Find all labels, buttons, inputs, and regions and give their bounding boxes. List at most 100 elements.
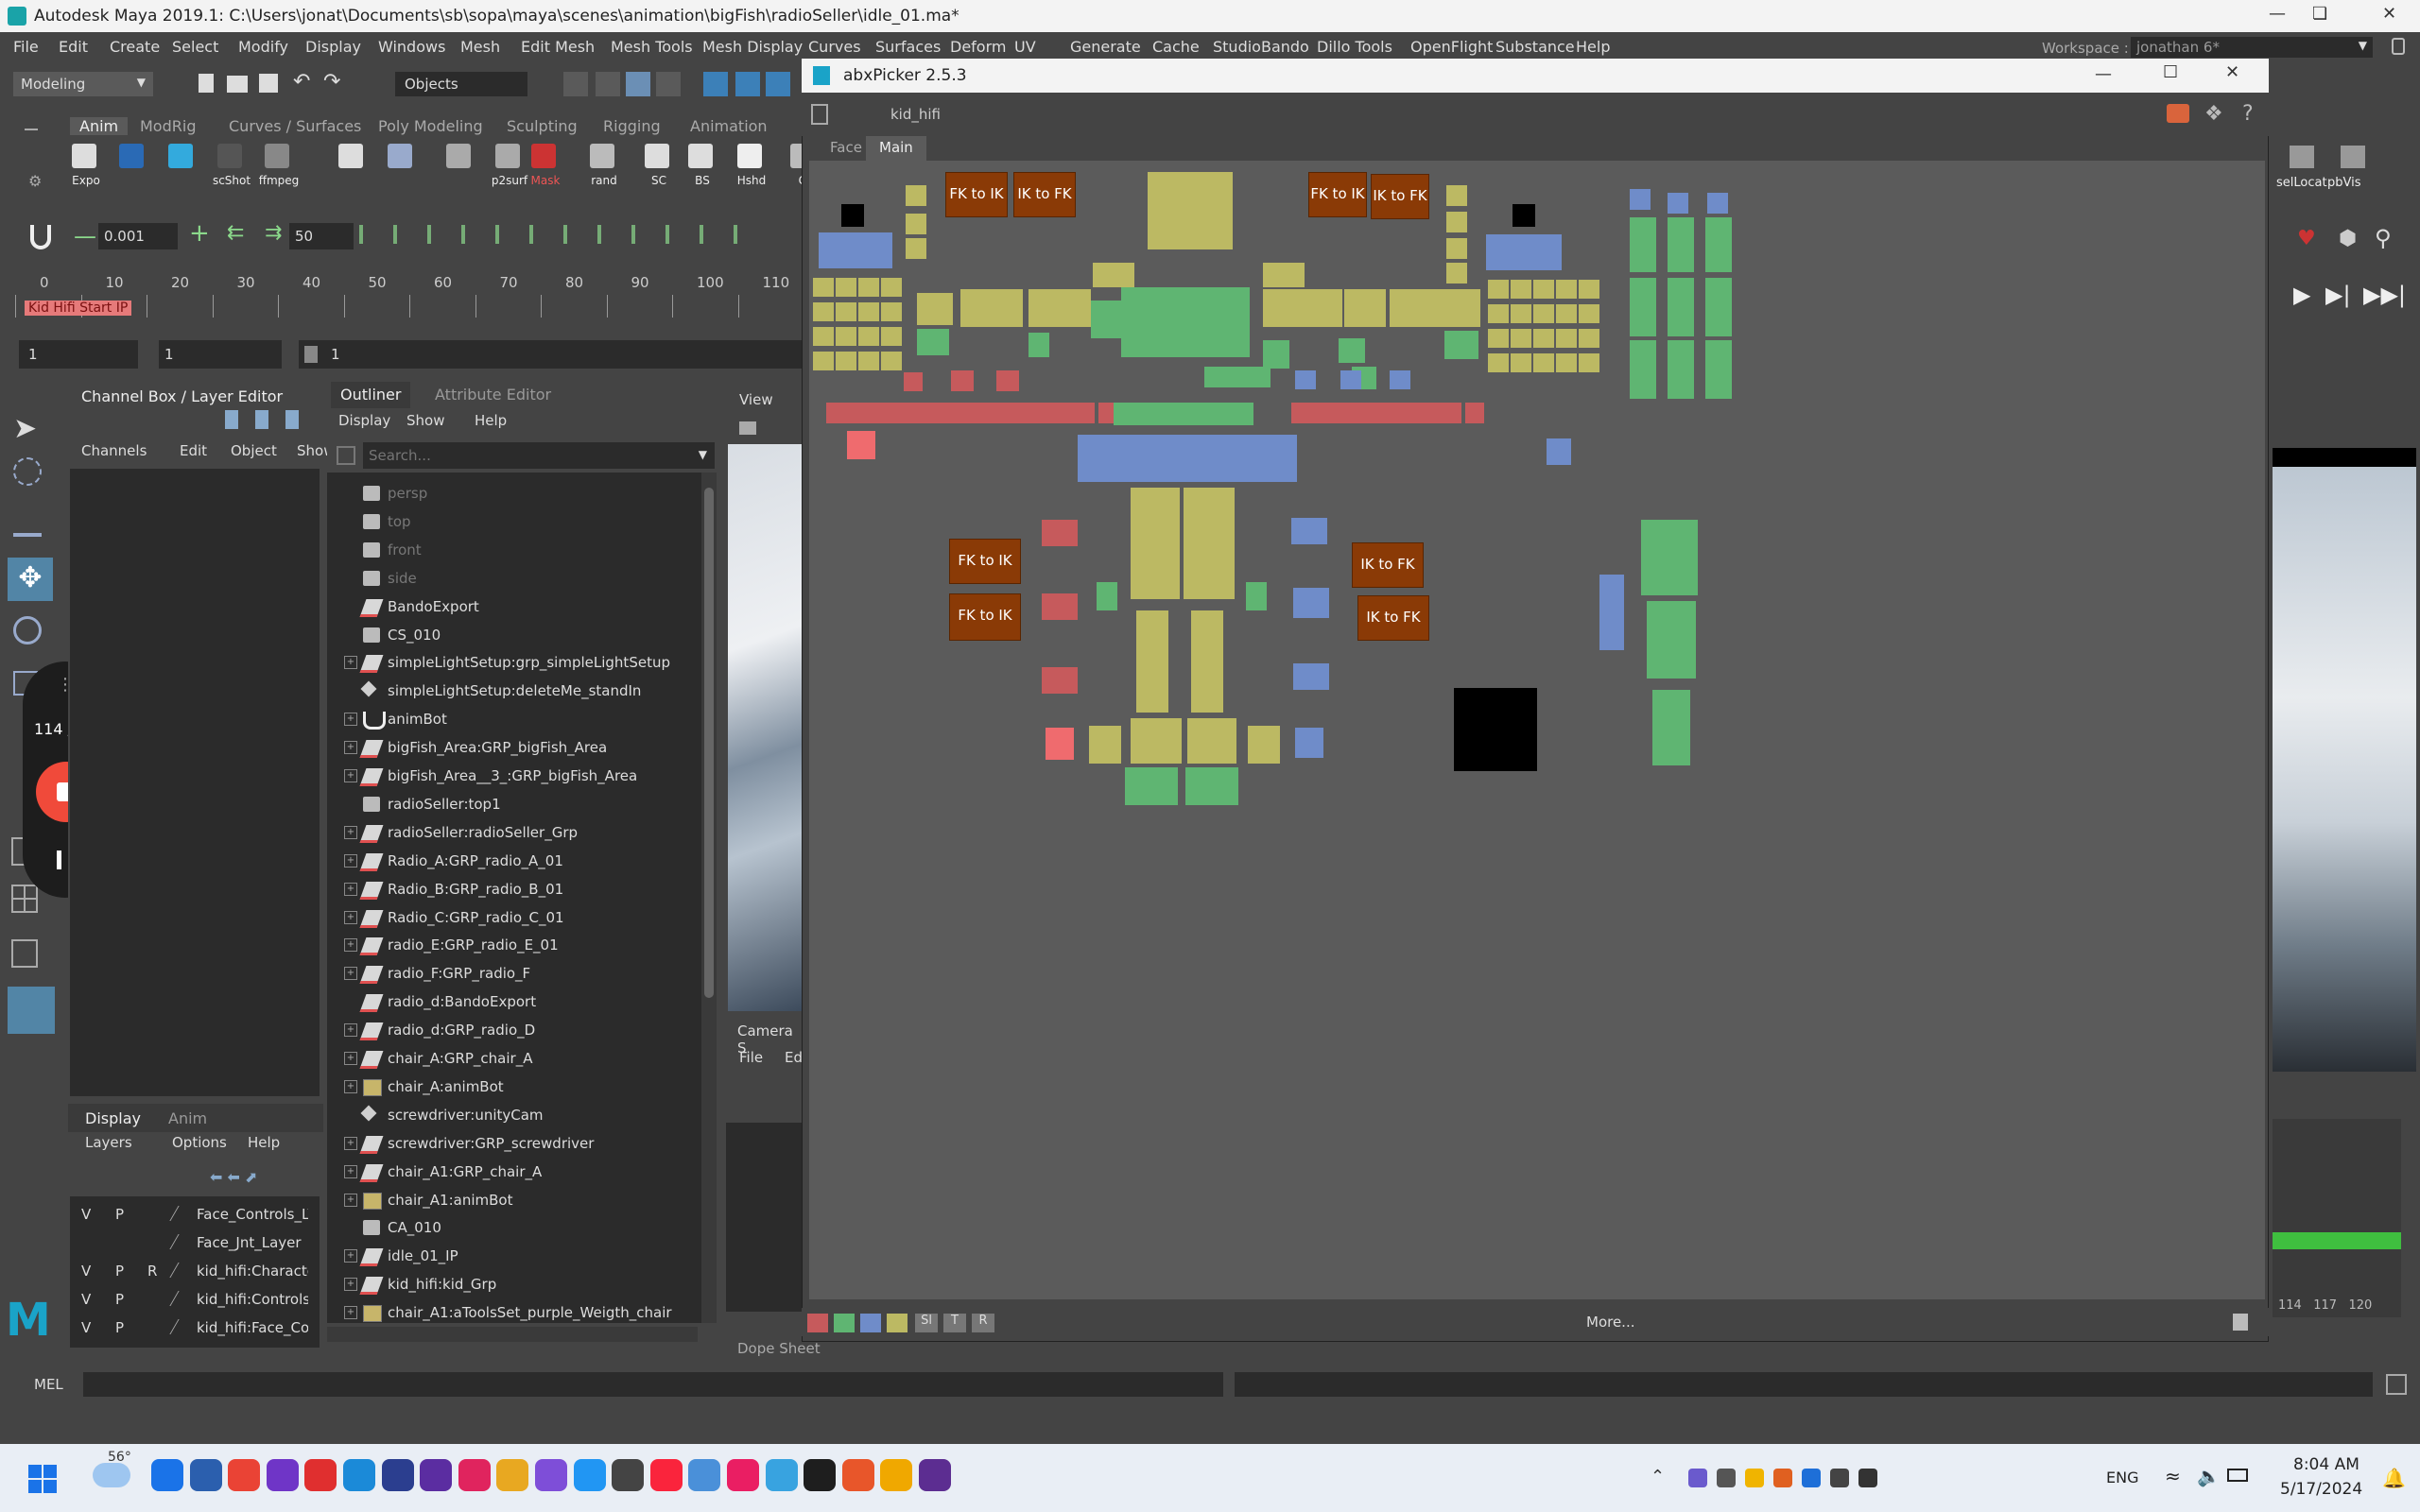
menu-help[interactable]: Help [1576, 38, 1610, 56]
picker-control[interactable] [1184, 488, 1235, 599]
outliner-filter-icon[interactable] [337, 446, 355, 465]
picker-control[interactable] [1295, 728, 1323, 758]
menu-dillo-tools[interactable]: Dillo Tools [1317, 38, 1392, 56]
workspace-select[interactable]: jonathan 6* ▼ [2131, 37, 2373, 58]
picker-control[interactable] [1293, 588, 1329, 618]
tray-app-icon[interactable] [1858, 1469, 1877, 1487]
layout-side-icon[interactable] [11, 939, 38, 968]
picker-control[interactable] [858, 278, 879, 297]
picker-control[interactable] [1291, 518, 1327, 544]
end-icon[interactable]: ▶▶| [2363, 282, 2406, 308]
shelf-menu-icon[interactable] [25, 129, 38, 130]
range-bar[interactable]: 1 [299, 340, 802, 369]
picker-control[interactable] [1131, 718, 1182, 764]
snap-view-icon[interactable] [656, 72, 681, 96]
shelf-icon-9[interactable]: Mask [524, 142, 562, 195]
picker-control[interactable] [1533, 353, 1554, 372]
outliner-hscrollbar[interactable] [327, 1327, 698, 1342]
expand-icon[interactable]: + [344, 1136, 357, 1150]
open-scene-icon[interactable] [227, 76, 248, 93]
fk-ik-switch-button[interactable]: FK to IK [1308, 172, 1367, 217]
shelf-icon-8[interactable]: p2surf [488, 142, 527, 195]
outliner-item[interactable]: + chair_A1:GRP_chair_A [327, 1159, 686, 1187]
taskbar-app-icon[interactable] [573, 1459, 606, 1491]
picker-control[interactable] [1511, 304, 1531, 323]
picker-minimize-icon[interactable]: — [2095, 64, 2112, 84]
wifi-icon[interactable]: ≈ [2165, 1465, 2181, 1487]
step-forward-icon[interactable]: ▶| [2325, 282, 2351, 308]
picker-control[interactable] [1579, 304, 1599, 323]
taskbar-app-icon[interactable] [649, 1459, 683, 1491]
layout-four-icon[interactable] [11, 885, 38, 913]
outliner-item[interactable]: + Radio_A:GRP_radio_A_01 [327, 848, 686, 876]
picker-control[interactable] [1295, 370, 1316, 389]
picker-control[interactable] [1668, 340, 1694, 399]
shelf-icon-13[interactable]: Hshd [730, 142, 768, 195]
fk-ik-switch-button[interactable]: IK to FK [1357, 595, 1429, 641]
layer-reference-toggle[interactable]: R [147, 1263, 157, 1280]
picker-control[interactable] [1705, 340, 1732, 399]
menu-mesh-tools[interactable]: Mesh Tools [611, 38, 693, 56]
taskbar-app-icon[interactable] [841, 1459, 874, 1491]
shelf-icon-5[interactable] [331, 142, 369, 195]
picker-control[interactable] [906, 238, 926, 259]
expand-icon[interactable]: + [344, 1278, 357, 1292]
shelf-tab-4[interactable]: Sculpting [507, 117, 578, 135]
picker-control[interactable] [917, 329, 949, 355]
picker-control[interactable] [1511, 353, 1531, 372]
picker-control[interactable] [1488, 280, 1509, 299]
picker-control[interactable] [1668, 217, 1694, 272]
viewport-camera-icon[interactable] [739, 421, 756, 435]
shelf-tab-6[interactable]: Animation [690, 117, 768, 135]
picker-control[interactable] [1340, 370, 1361, 389]
picker-control[interactable] [1444, 331, 1478, 359]
outliner-item[interactable]: + idle_01_IP [327, 1243, 686, 1271]
outliner-item[interactable]: radioSeller:top1 [327, 791, 686, 819]
picker-control[interactable] [1443, 289, 1480, 327]
viewport-panel[interactable]: View [724, 378, 802, 1030]
picker-control[interactable] [1446, 212, 1467, 232]
outliner-item[interactable]: BandoExport [327, 593, 686, 622]
picker-control[interactable] [1185, 767, 1238, 805]
picker-control[interactable] [881, 278, 902, 297]
snap-curve-icon[interactable] [596, 72, 620, 96]
outliner-tab-1[interactable]: Attribute Editor [425, 382, 561, 408]
picker-control[interactable] [1121, 287, 1250, 357]
layer-playback-toggle[interactable]: P [115, 1291, 124, 1308]
picker-control[interactable] [1533, 280, 1554, 299]
picker-control[interactable] [847, 431, 875, 459]
outliner-item[interactable]: + bigFish_Area__3_:GRP_bigFish_Area [327, 763, 686, 791]
layer-visible-toggle[interactable]: V [81, 1291, 91, 1308]
picker-control[interactable] [836, 278, 856, 297]
snap-point-icon[interactable] [626, 72, 650, 96]
picker-control[interactable] [819, 232, 892, 268]
layer-tab-anim[interactable]: Anim [168, 1109, 207, 1127]
volume-icon[interactable]: 🔈 [2197, 1465, 2221, 1487]
key-right-icon[interactable]: ⇉ [265, 221, 282, 245]
layer-row[interactable]: Face_Jnt_Layer [70, 1228, 308, 1257]
picker-control[interactable] [1097, 582, 1117, 610]
expand-icon[interactable]: + [344, 967, 357, 981]
fk-ik-switch-button[interactable]: IK to FK [1013, 172, 1076, 217]
picker-control[interactable] [1263, 340, 1289, 369]
picker-control[interactable] [1125, 767, 1178, 805]
picker-control[interactable] [881, 327, 902, 346]
picker-control[interactable] [1647, 601, 1696, 679]
expand-icon[interactable]: + [344, 1249, 357, 1263]
shelf-tab-0[interactable]: Anim [70, 117, 129, 135]
picker-control[interactable] [960, 289, 1023, 327]
fk-ik-switch-button[interactable]: IK to FK [1371, 174, 1429, 219]
taskbar-app-icon[interactable] [727, 1459, 759, 1491]
outliner-menu-help[interactable]: Help [475, 412, 507, 429]
expand-icon[interactable]: + [344, 656, 357, 670]
layer-menu-layers[interactable]: Layers [85, 1134, 132, 1151]
tray-app-icon[interactable] [1745, 1469, 1764, 1487]
picker-control[interactable] [1187, 718, 1236, 764]
paint-tool-icon[interactable] [13, 508, 42, 537]
picker-control[interactable] [1579, 329, 1599, 348]
picker-control[interactable] [1705, 217, 1732, 272]
taskbar-app-icon[interactable] [304, 1459, 337, 1491]
outliner-item[interactable]: + kid_hifi:kid_Grp [327, 1271, 686, 1299]
mel-label[interactable]: MEL [34, 1376, 63, 1393]
menu-deform[interactable]: Deform [950, 38, 1006, 56]
